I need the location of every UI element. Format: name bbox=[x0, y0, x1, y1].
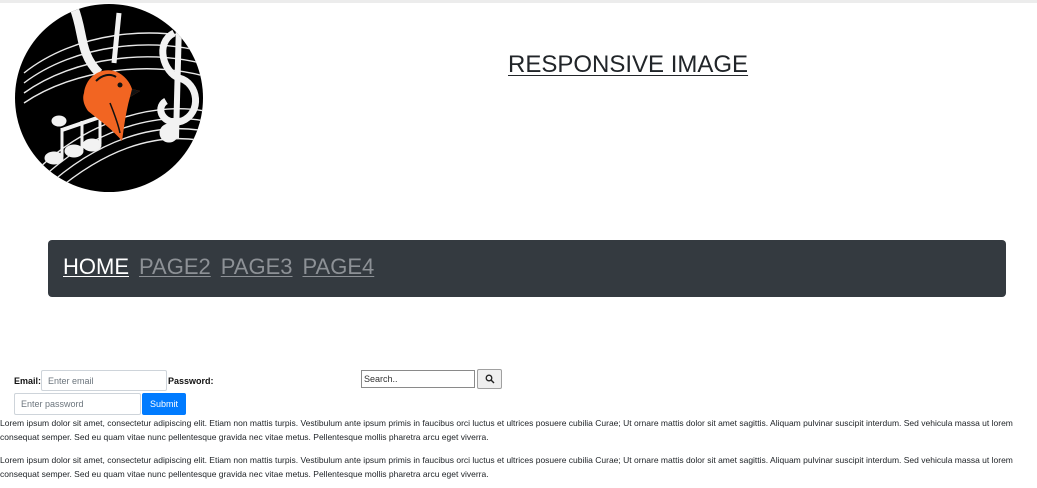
password-field[interactable] bbox=[14, 393, 141, 415]
nav-link-home[interactable]: HOME bbox=[63, 254, 129, 280]
nav-links: HOME PAGE2 PAGE3 PAGE4 bbox=[63, 254, 374, 280]
nav-link-page2[interactable]: PAGE2 bbox=[139, 254, 211, 280]
nav-link-page4[interactable]: PAGE4 bbox=[303, 254, 375, 280]
music-bird-logo-icon bbox=[15, 4, 203, 192]
content-paragraph: Lorem ipsum dolor sit amet, consectetur … bbox=[0, 455, 1013, 479]
email-label: Email: bbox=[14, 376, 42, 386]
search-button[interactable] bbox=[477, 369, 502, 389]
content-paragraph: Lorem ipsum dolor sit amet, consectetur … bbox=[0, 418, 1013, 442]
search-input[interactable] bbox=[361, 370, 475, 388]
password-label: Password: bbox=[168, 376, 214, 386]
logo-image bbox=[14, 3, 204, 193]
page-title: RESPONSIVE IMAGE bbox=[508, 51, 749, 78]
email-field[interactable] bbox=[41, 370, 167, 391]
nav-link-page3[interactable]: PAGE3 bbox=[221, 254, 293, 280]
submit-button[interactable]: Submit bbox=[142, 393, 186, 415]
search-icon bbox=[485, 374, 494, 384]
navbar: HOME PAGE2 PAGE3 PAGE4 bbox=[48, 240, 1006, 297]
